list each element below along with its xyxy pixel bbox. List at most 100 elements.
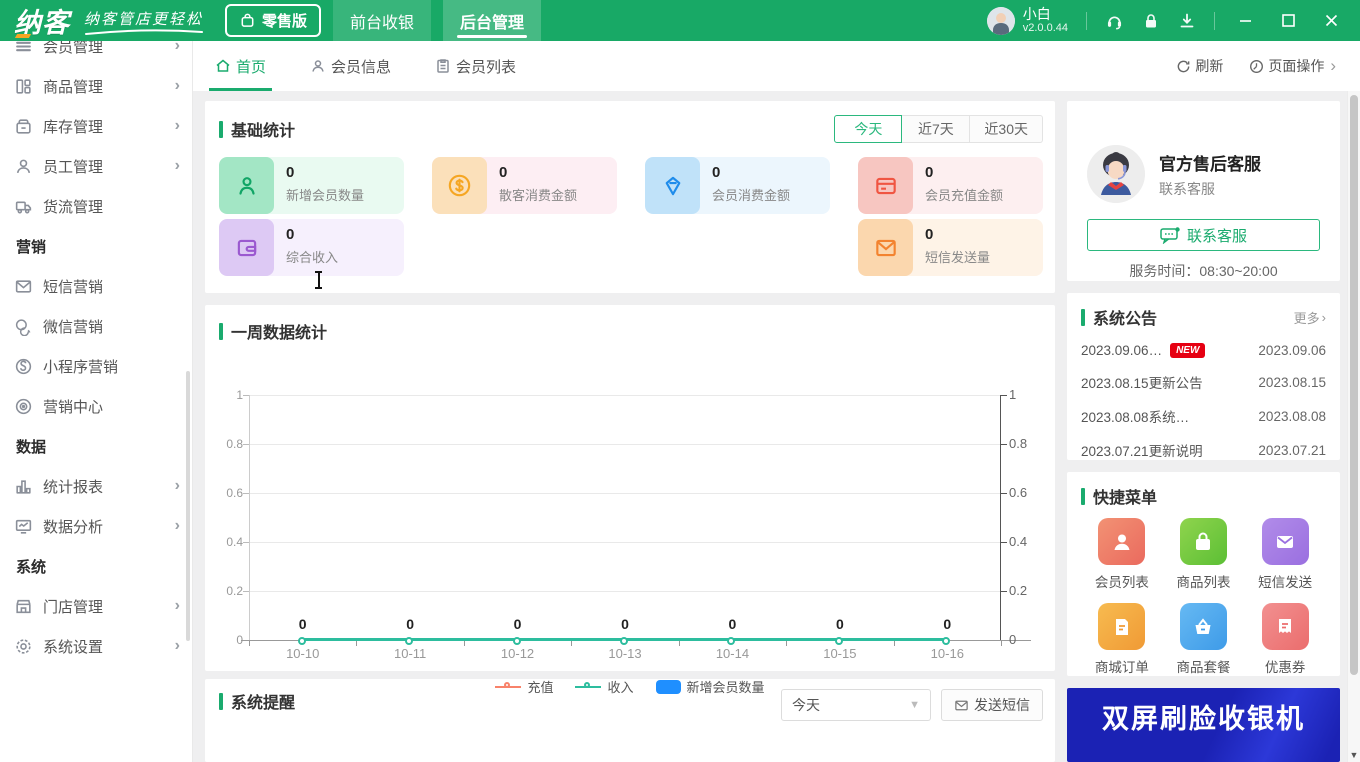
app-logo: 纳客 bbox=[14, 1, 70, 40]
panel-title: 快捷菜单 bbox=[1093, 484, 1157, 508]
avatar bbox=[987, 7, 1015, 35]
sidebar-section-system: 系统 bbox=[0, 546, 192, 586]
caret-down-icon: ▼ bbox=[909, 699, 920, 711]
service-avatar bbox=[1087, 145, 1145, 203]
chart-legend: 充值 收入 新增会员数量 bbox=[205, 677, 1055, 696]
chevron-right-icon: › bbox=[175, 78, 180, 94]
page-operations-button[interactable]: 页面操作 › bbox=[1249, 56, 1336, 76]
sidebar-item-marketing-center[interactable]: 营销中心 bbox=[0, 386, 192, 426]
new-badge: NEW bbox=[1170, 343, 1205, 358]
panel-basic-stats: 基础统计 今天 近7天 近30天 0新增会员数量 0散客消费金额 bbox=[205, 101, 1055, 293]
close-button[interactable] bbox=[1319, 10, 1344, 31]
quick-member-list[interactable]: 会员列表 bbox=[1095, 518, 1149, 591]
sidebar-section-data: 数据 bbox=[0, 426, 192, 466]
panel-title: 基础统计 bbox=[231, 117, 295, 141]
service-name: 官方售后客服 bbox=[1159, 150, 1261, 175]
sidebar-item-system-settings[interactable]: 系统设置› bbox=[0, 626, 192, 666]
sidebar-item-inventory-mgmt[interactable]: 库存管理› bbox=[0, 106, 192, 146]
member-icon bbox=[310, 58, 326, 74]
y-tick-right: 1 bbox=[1009, 387, 1016, 402]
sidebar-item-store-mgmt[interactable]: 门店管理› bbox=[0, 586, 192, 626]
card-icon bbox=[858, 157, 913, 214]
quick-goods-list[interactable]: 商品列表 bbox=[1176, 518, 1230, 591]
quick-sms-send[interactable]: 短信发送 bbox=[1258, 518, 1312, 591]
notice-row[interactable]: 2023.07.21更新说明 2023.07.21 bbox=[1081, 440, 1326, 460]
filter-30days[interactable]: 近30天 bbox=[970, 115, 1043, 143]
shopping-bag-icon bbox=[1180, 518, 1227, 565]
refresh-button[interactable]: 刷新 bbox=[1176, 56, 1223, 76]
coupon-icon bbox=[1262, 603, 1309, 650]
notice-row[interactable]: 2023.08.08系统… 2023.08.08 bbox=[1081, 406, 1326, 426]
envelope-icon bbox=[954, 698, 969, 713]
scroll-down-arrow[interactable]: ▼ bbox=[1348, 750, 1360, 760]
data-point[interactable] bbox=[513, 637, 521, 645]
sidebar: 会员管理› 商品管理› 库存管理› 员工管理› 货流管理 营销 短信营销 微信营… bbox=[0, 41, 193, 762]
data-point[interactable] bbox=[942, 637, 950, 645]
sidebar-item-goods-mgmt[interactable]: 商品管理› bbox=[0, 66, 192, 106]
quick-goods-package[interactable]: 商品套餐 bbox=[1176, 603, 1230, 676]
divider bbox=[1214, 12, 1215, 30]
ad-banner[interactable]: 双屏刷脸收银机 bbox=[1067, 688, 1340, 762]
data-point[interactable] bbox=[835, 637, 843, 645]
quick-mall-orders[interactable]: 商城订单 bbox=[1095, 603, 1149, 676]
minimize-button[interactable] bbox=[1233, 10, 1258, 31]
sidebar-item-miniprogram-marketing[interactable]: 小程序营销 bbox=[0, 346, 192, 386]
tab-member-list[interactable]: 会员列表 bbox=[435, 41, 516, 91]
sidebar-item-staff-mgmt[interactable]: 员工管理› bbox=[0, 146, 192, 186]
notice-row[interactable]: 2023.08.15更新公告 2023.08.15 bbox=[1081, 372, 1326, 392]
y-axis-right bbox=[1000, 395, 1001, 640]
panel-system-notices: 系统公告 更多› 2023.09.06… NEW 2023.09.06 2023… bbox=[1067, 293, 1340, 460]
lock-icon[interactable] bbox=[1142, 12, 1160, 30]
panel-customer-service: 官方售后客服 联系客服 联系客服 服务时间：08:30~20:00 bbox=[1067, 101, 1340, 281]
tab-strip: 首页 会员信息 会员列表 刷新 页面操作 › bbox=[193, 41, 1360, 91]
legend-recharge[interactable]: 充值 bbox=[495, 677, 553, 696]
chevron-right-icon: › bbox=[175, 638, 180, 654]
wallet-icon bbox=[219, 219, 274, 276]
stat-total-income: 0综合收入 bbox=[219, 219, 404, 276]
nav-front-cashier[interactable]: 前台收银 bbox=[333, 0, 431, 41]
basket-icon bbox=[1180, 603, 1227, 650]
sidebar-item-member-mgmt[interactable]: 会员管理› bbox=[0, 41, 192, 66]
chevron-right-icon: › bbox=[1322, 310, 1326, 325]
data-point[interactable] bbox=[620, 637, 628, 645]
dollar-icon bbox=[432, 157, 487, 214]
content-viewport: 基础统计 今天 近7天 近30天 0新增会员数量 0散客消费金额 bbox=[193, 91, 1347, 762]
filter-today[interactable]: 今天 bbox=[834, 115, 902, 143]
y-tick: 1 bbox=[209, 388, 243, 402]
sidebar-item-wechat-marketing[interactable]: 微信营销 bbox=[0, 306, 192, 346]
time-filter-group: 今天 近7天 近30天 bbox=[834, 115, 1043, 143]
nav-backend-admin[interactable]: 后台管理 bbox=[443, 0, 541, 41]
sidebar-item-statistics-report[interactable]: 统计报表› bbox=[0, 466, 192, 506]
window-scrollbar[interactable]: ▼ bbox=[1347, 91, 1360, 762]
data-point[interactable] bbox=[405, 637, 413, 645]
sidebar-item-sms-marketing[interactable]: 短信营销 bbox=[0, 266, 192, 306]
service-hours: 服务时间：08:30~20:00 bbox=[1087, 261, 1320, 281]
sidebar-item-logistics-mgmt[interactable]: 货流管理 bbox=[0, 186, 192, 226]
chat-bubble-icon bbox=[1160, 227, 1180, 244]
notice-row[interactable]: 2023.09.06… NEW 2023.09.06 bbox=[1081, 343, 1326, 358]
contact-service-button[interactable]: 联系客服 bbox=[1087, 219, 1320, 251]
tab-home[interactable]: 首页 bbox=[215, 41, 266, 91]
sidebar-scrollbar[interactable] bbox=[186, 371, 190, 641]
data-point[interactable] bbox=[298, 637, 306, 645]
legend-income[interactable]: 收入 bbox=[575, 677, 633, 696]
data-point[interactable] bbox=[727, 637, 735, 645]
panel-title: 一周数据统计 bbox=[231, 319, 327, 343]
quick-coupons[interactable]: 优惠券 bbox=[1262, 603, 1309, 676]
download-icon[interactable] bbox=[1178, 12, 1196, 30]
user-info[interactable]: 小白 v2.0.0.44 bbox=[987, 7, 1068, 35]
maximize-button[interactable] bbox=[1276, 10, 1301, 31]
top-bar: 纳客 纳客管店更轻松 零售版 前台收银 后台管理 小白 v2.0.0.44 bbox=[0, 0, 1360, 41]
panel-week-chart: 一周数据统计 1 0.8 0.6 0.4 0.2 0 1 0.8 0.6 0.4 bbox=[205, 305, 1055, 671]
customer-service-icon[interactable] bbox=[1105, 11, 1124, 30]
more-link[interactable]: 更多› bbox=[1294, 308, 1326, 327]
scrollbar-thumb[interactable] bbox=[1350, 95, 1358, 675]
tab-member-info[interactable]: 会员信息 bbox=[310, 41, 391, 91]
sidebar-item-data-analysis[interactable]: 数据分析› bbox=[0, 506, 192, 546]
x-tick-label: 10-10 bbox=[268, 646, 338, 661]
edition-badge[interactable]: 零售版 bbox=[225, 4, 321, 37]
legend-new-members[interactable]: 新增会员数量 bbox=[656, 677, 765, 696]
stat-sms-sent: 0短信发送量 bbox=[858, 219, 1043, 276]
filter-7days[interactable]: 近7天 bbox=[902, 115, 970, 143]
y-axis-left bbox=[249, 395, 250, 640]
